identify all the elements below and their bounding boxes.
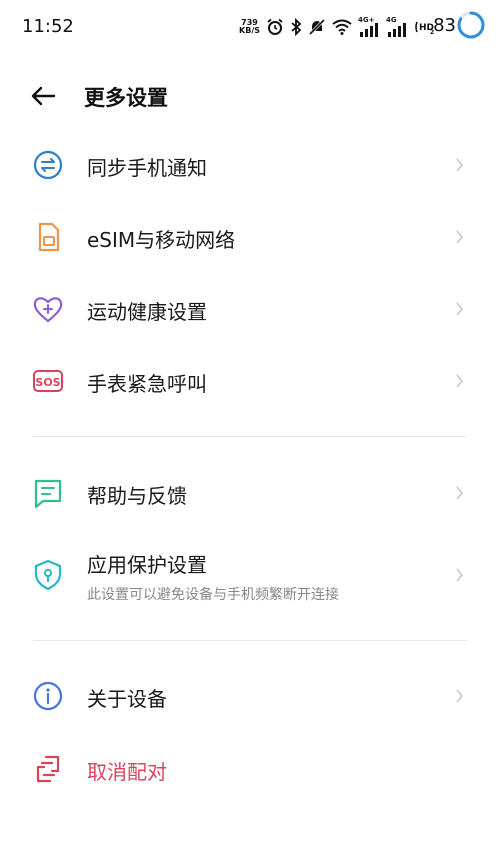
signal-2-4g: 4G bbox=[386, 16, 408, 37]
row-sync-phone-notifications[interactable]: 同步手机通知 bbox=[0, 138, 500, 192]
row-watch-emergency-call[interactable]: SOS 手表紧急呼叫 bbox=[0, 354, 500, 408]
battery-level: 83 bbox=[433, 15, 456, 36]
signal-1-4g-plus: 4G+ bbox=[358, 16, 380, 37]
row-label: 取消配对 bbox=[87, 760, 167, 784]
wifi-icon bbox=[332, 19, 352, 35]
chevron-right-icon bbox=[456, 568, 463, 582]
mute-bell-icon bbox=[308, 18, 326, 36]
chevron-right-icon bbox=[456, 486, 463, 500]
page-title: 更多设置 bbox=[84, 86, 168, 110]
network-speed-unit: KB/S bbox=[239, 26, 260, 35]
section-divider bbox=[33, 640, 467, 641]
sim-card-icon bbox=[38, 222, 60, 252]
battery-ring-icon bbox=[457, 11, 485, 39]
signal-bars-icon bbox=[360, 23, 378, 37]
sync-icon bbox=[33, 150, 63, 180]
network-speed: 739 KB/S bbox=[239, 19, 260, 35]
status-time: 11:52 bbox=[22, 16, 74, 37]
row-subtitle: 此设置可以避免设备与手机频繁断开连接 bbox=[87, 587, 339, 603]
status-icons: 739 KB/S 4G+ 4G HD 2 bbox=[239, 14, 436, 40]
sos-icon: SOS bbox=[33, 370, 63, 392]
status-bar: 11:52 739 KB/S 4G+ 4G HD 2 83 bbox=[0, 0, 500, 54]
page-header: 更多设置 bbox=[0, 70, 500, 122]
back-arrow-icon[interactable] bbox=[30, 84, 56, 108]
chevron-right-icon bbox=[456, 302, 463, 316]
row-label: 帮助与反馈 bbox=[87, 484, 187, 508]
chevron-right-icon bbox=[456, 689, 463, 703]
unpair-icon bbox=[36, 755, 60, 783]
chevron-right-icon bbox=[456, 374, 463, 388]
bluetooth-icon bbox=[291, 18, 302, 36]
row-about-device[interactable]: 关于设备 bbox=[0, 669, 500, 723]
row-label: 同步手机通知 bbox=[87, 156, 207, 180]
chevron-right-icon bbox=[456, 158, 463, 172]
info-icon bbox=[33, 681, 63, 711]
chevron-right-icon bbox=[456, 230, 463, 244]
heart-plus-icon bbox=[33, 297, 63, 323]
svg-text:SOS: SOS bbox=[35, 376, 60, 389]
section-divider bbox=[33, 436, 467, 437]
row-esim-mobile-network[interactable]: eSIM与移动网络 bbox=[0, 210, 500, 264]
row-label: 运动健康设置 bbox=[87, 300, 207, 324]
row-label: 应用保护设置 bbox=[87, 553, 207, 577]
signal-bars-icon bbox=[388, 23, 406, 37]
row-help-feedback[interactable]: 帮助与反馈 bbox=[0, 466, 500, 520]
feedback-chat-icon bbox=[34, 479, 62, 509]
row-health-settings[interactable]: 运动健康设置 bbox=[0, 282, 500, 336]
row-app-protection-settings[interactable]: 应用保护设置 此设置可以避免设备与手机频繁断开连接 bbox=[0, 538, 500, 612]
row-label: 关于设备 bbox=[87, 687, 167, 711]
row-label: 手表紧急呼叫 bbox=[87, 372, 207, 396]
row-label: eSIM与移动网络 bbox=[87, 228, 236, 252]
shield-keyhole-icon bbox=[34, 559, 62, 591]
alarm-icon bbox=[267, 18, 283, 35]
row-unpair[interactable]: 取消配对 bbox=[0, 742, 500, 796]
